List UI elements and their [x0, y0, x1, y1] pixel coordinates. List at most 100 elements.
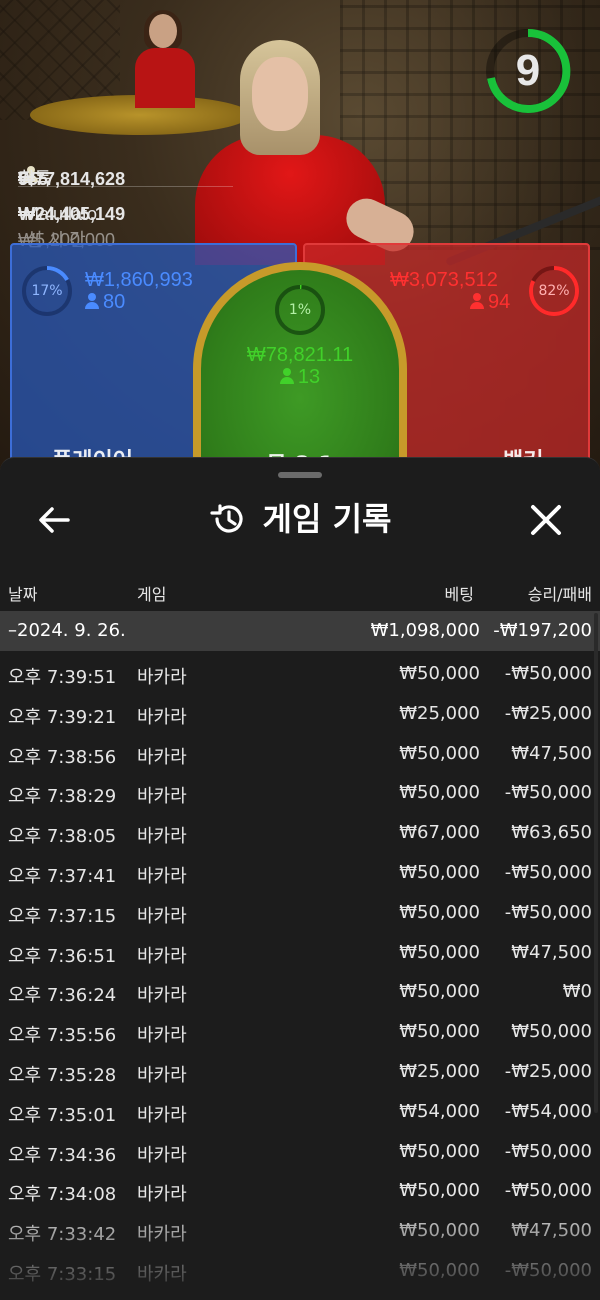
row-game: 바카라 [137, 945, 187, 967]
row-time: 오후 7:37:15 [8, 905, 117, 927]
history-row[interactable]: 오후 7:37:15 바카라 ₩50,000 -₩50,000 [0, 894, 600, 934]
row-game: 바카라 [137, 706, 187, 728]
row-time: 오후 7:35:56 [8, 1025, 117, 1047]
banker-count: 94 [488, 291, 511, 313]
history-row[interactable]: 오후 7:35:01 바카라 ₩54,000 -₩54,000 [0, 1093, 600, 1133]
row-game: 바카라 [137, 826, 187, 848]
row-game: 바카라 [137, 1064, 187, 1086]
win-label: 획득 [18, 169, 52, 189]
history-row[interactable]: 오후 7:34:36 바카라 ₩50,000 -₩50,000 [0, 1133, 600, 1173]
column-header-bet: 베팅 [444, 585, 474, 604]
history-list: 오후 7:39:51 바카라 ₩50,000 -₩50,000 오후 7:39:21 바… [0, 655, 600, 1292]
row-bet: ₩54,000 [399, 1100, 480, 1122]
history-row[interactable]: 오후 7:38:56 바카라 ₩50,000 ₩47,500 [0, 735, 600, 775]
row-result: ₩47,500 [511, 742, 592, 764]
person-icon [85, 293, 99, 309]
banker-count-wrap: 94 [470, 291, 510, 314]
row-result: ₩47,500 [511, 941, 592, 963]
history-row[interactable]: 오후 7:38:29 바카라 ₩50,000 -₩50,000 [0, 774, 600, 814]
row-game: 바카라 [137, 865, 187, 887]
row-bet: ₩50,000 [399, 901, 480, 923]
row-bet: ₩50,000 [399, 663, 480, 684]
close-button[interactable] [522, 496, 570, 544]
banker-percent-ring: 82% [527, 264, 581, 318]
row-result: -₩50,000 [504, 1180, 592, 1202]
history-row[interactable]: 오후 7:34:08 바카라 ₩50,000 -₩50,000 [0, 1172, 600, 1212]
person-icon [470, 293, 484, 309]
column-header-date: 날짜 [8, 585, 38, 604]
row-time: 오후 7:36:51 [8, 945, 117, 967]
row-game: 바카라 [137, 1104, 187, 1126]
summary-result: -₩197,200 [493, 620, 592, 641]
player-amount: ₩1,860,993 [85, 269, 193, 291]
row-game: 바카라 [137, 905, 187, 927]
row-bet: ₩50,000 [399, 742, 480, 764]
history-row[interactable]: 오후 7:35:56 바카라 ₩50,000 ₩50,000 [0, 1013, 600, 1053]
history-row[interactable]: 오후 7:36:24 바카라 ₩50,000 ₩0 [0, 973, 600, 1013]
row-game: 바카라 [137, 746, 187, 768]
timer-value: 9 [515, 46, 541, 95]
row-time: 오후 7:39:51 [8, 667, 117, 688]
player-percent: 17% [31, 283, 63, 299]
history-row[interactable]: 오후 7:35:28 바카라 ₩25,000 -₩25,000 [0, 1053, 600, 1093]
row-result: -₩50,000 [504, 782, 592, 804]
row-result: -₩25,000 [504, 1060, 592, 1082]
row-game: 바카라 [137, 1144, 187, 1166]
tie-percent: 1% [288, 302, 312, 318]
row-time: 오후 7:33:42 [8, 1224, 117, 1246]
player-percent-ring: 17% [20, 264, 74, 318]
row-game: 바카라 [137, 1224, 187, 1246]
row-game: 바카라 [137, 786, 187, 808]
row-result: -₩25,000 [504, 702, 592, 724]
row-game: 바카라 [137, 1263, 187, 1285]
history-row[interactable]: 오후 7:37:41 바카라 ₩50,000 -₩50,000 [0, 854, 600, 894]
row-time: 오후 7:38:29 [8, 786, 117, 808]
row-bet: ₩25,000 [399, 1060, 480, 1082]
row-bet: ₩50,000 [399, 1180, 480, 1202]
row-time: 오후 7:39:21 [8, 706, 117, 728]
tie-count: 13 [297, 366, 321, 388]
row-result: -₩50,000 [504, 861, 592, 883]
close-icon [531, 505, 561, 535]
summary-bet: ₩1,098,000 [370, 620, 480, 641]
row-game: 바카라 [137, 1184, 187, 1206]
row-bet: ₩50,000 [399, 1259, 480, 1281]
row-bet: ₩25,000 [399, 702, 480, 724]
summary-date: –2024. 9. 26. [8, 620, 126, 641]
row-result: -₩54,000 [504, 1100, 592, 1122]
history-row[interactable]: 오후 7:33:15 바카라 ₩50,000 -₩50,000 [0, 1252, 600, 1292]
row-result: ₩0 [562, 981, 592, 1003]
row-result: -₩50,000 [504, 1259, 592, 1281]
banker-percent: 82% [538, 283, 570, 299]
row-bet: ₩50,000 [399, 981, 480, 1003]
row-result: ₩50,000 [511, 1021, 592, 1043]
tie-amount: ₩78,821.11 [246, 344, 354, 366]
column-header-game: 게임 [137, 585, 167, 604]
history-row[interactable]: 오후 7:39:21 바카라 ₩25,000 -₩25,000 [0, 695, 600, 735]
row-time: 오후 7:37:41 [8, 865, 117, 887]
history-row[interactable]: 오후 7:38:05 바카라 ₩67,000 ₩63,650 [0, 814, 600, 854]
row-time: 오후 7:35:01 [8, 1104, 117, 1126]
person-icon [279, 368, 294, 384]
tie-percent-ring: 1% [273, 283, 327, 337]
row-time: 오후 7:36:24 [8, 985, 117, 1007]
tie-count-wrap: 13 [201, 366, 399, 389]
row-bet: ₩67,000 [399, 822, 480, 844]
history-row[interactable]: 오후 7:39:51 바카라 ₩50,000 -₩50,000 [0, 655, 600, 695]
history-row[interactable]: 오후 7:33:42 바카라 ₩50,000 ₩47,500 [0, 1212, 600, 1252]
row-time: 오후 7:38:56 [8, 746, 117, 768]
background-dealer [135, 10, 195, 110]
row-time: 오후 7:35:28 [8, 1064, 117, 1086]
row-bet: ₩50,000 [399, 1021, 480, 1043]
date-summary-row[interactable]: –2024. 9. 26. ₩1,098,000 -₩197,200 [0, 611, 600, 651]
player-count: 80 [103, 291, 126, 313]
sheet-drag-handle[interactable] [278, 472, 322, 478]
row-result: -₩50,000 [504, 1140, 592, 1162]
column-header-result: 승리/패배 [527, 585, 592, 604]
row-bet: ₩50,000 [399, 1220, 480, 1242]
row-game: 바카라 [137, 667, 187, 688]
history-row[interactable]: 오후 7:36:51 바카라 ₩50,000 ₩47,500 [0, 934, 600, 974]
row-bet: ₩50,000 [399, 941, 480, 963]
game-history-sheet: 게임 기록 날짜 게임 베팅 승리/패배 –2024. 9. 26. ₩1,09… [0, 457, 600, 1300]
row-time: 오후 7:38:05 [8, 826, 117, 848]
